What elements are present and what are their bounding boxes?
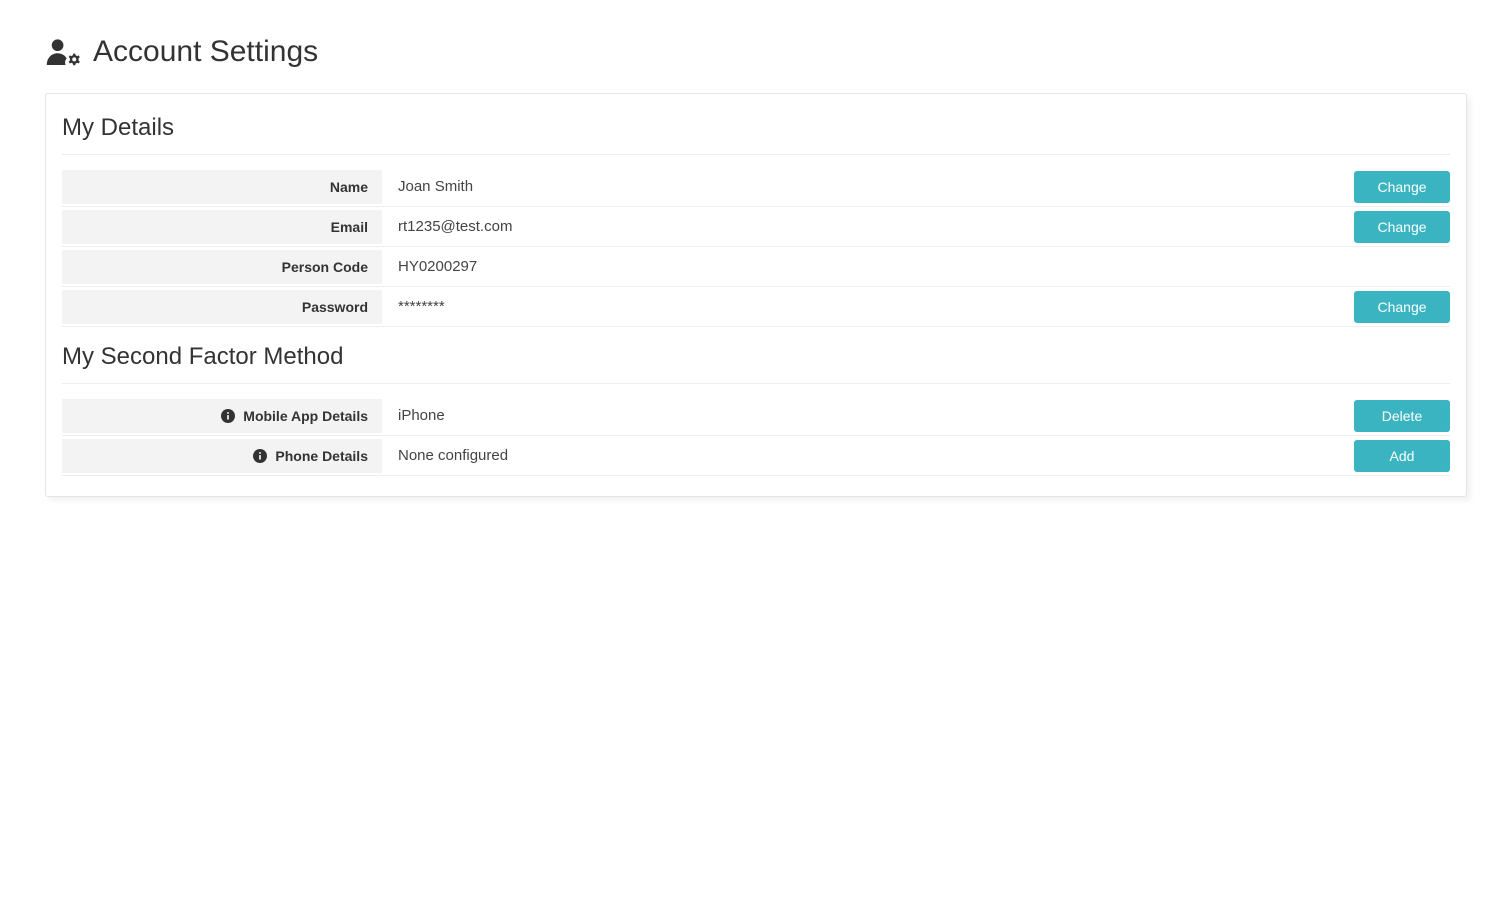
settings-panel: My Details Name Joan Smith Change Email … bbox=[45, 93, 1467, 497]
value-password: ******** bbox=[382, 289, 1344, 324]
label-phone: Phone Details bbox=[62, 439, 382, 473]
value-person-code: HY0200297 bbox=[382, 249, 1344, 284]
row-mobile-app: Mobile App Details iPhone Delete bbox=[62, 398, 1450, 436]
label-password: Password bbox=[62, 290, 382, 324]
page-title: Account Settings bbox=[93, 35, 318, 69]
change-password-button[interactable]: Change bbox=[1354, 291, 1450, 323]
value-phone: None configured bbox=[382, 438, 1344, 473]
second-factor-title: My Second Factor Method bbox=[62, 337, 1450, 384]
label-mobile-app: Mobile App Details bbox=[62, 399, 382, 433]
change-email-button[interactable]: Change bbox=[1354, 211, 1450, 243]
change-name-button[interactable]: Change bbox=[1354, 171, 1450, 203]
delete-mobile-app-button[interactable]: Delete bbox=[1354, 400, 1450, 432]
label-email: Email bbox=[62, 210, 382, 244]
row-phone: Phone Details None configured Add bbox=[62, 438, 1450, 476]
label-person-code: Person Code bbox=[62, 250, 382, 284]
value-name: Joan Smith bbox=[382, 169, 1344, 204]
row-password: Password ******** Change bbox=[62, 289, 1450, 327]
info-icon bbox=[253, 449, 267, 463]
label-name: Name bbox=[62, 170, 382, 204]
row-email: Email rt1235@test.com Change bbox=[62, 209, 1450, 247]
add-phone-button[interactable]: Add bbox=[1354, 440, 1450, 472]
my-details-title: My Details bbox=[62, 108, 1450, 155]
info-icon bbox=[221, 409, 235, 423]
user-gear-icon bbox=[45, 38, 81, 66]
row-name: Name Joan Smith Change bbox=[62, 169, 1450, 207]
page-header: Account Settings bbox=[45, 35, 1467, 69]
row-person-code: Person Code HY0200297 bbox=[62, 249, 1450, 287]
value-email: rt1235@test.com bbox=[382, 209, 1344, 244]
my-details-section: My Details Name Joan Smith Change Email … bbox=[62, 108, 1450, 327]
second-factor-section: My Second Factor Method Mobile App Detai… bbox=[62, 337, 1450, 476]
value-mobile-app: iPhone bbox=[382, 398, 1344, 433]
